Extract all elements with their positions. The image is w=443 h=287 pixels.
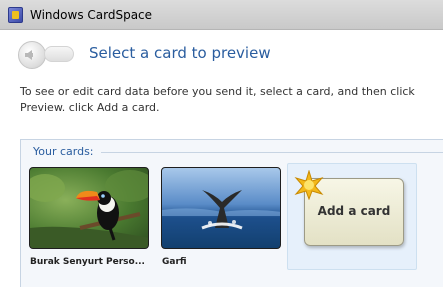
card-label-whale: Garfi xyxy=(162,257,187,267)
cardspace-icon xyxy=(8,7,23,23)
page-heading: Select a card to preview xyxy=(89,44,271,62)
back-arrow-icon xyxy=(25,50,33,60)
back-button[interactable] xyxy=(18,41,46,69)
cards-panel: Your cards: Burak Senyurt Perso... Garfi xyxy=(20,139,443,287)
panel-divider xyxy=(101,152,443,153)
title-bar: Windows CardSpace xyxy=(0,0,443,30)
toucan-image xyxy=(30,170,148,248)
header: Select a card to preview xyxy=(0,30,443,78)
card-toucan[interactable] xyxy=(29,167,149,249)
card-label-toucan: Burak Senyurt Perso... xyxy=(30,257,145,267)
instructions-text: To see or edit card data before you send… xyxy=(20,85,415,114)
add-card-tile[interactable]: Add a card xyxy=(287,163,417,270)
star-icon xyxy=(294,170,324,200)
card-whale[interactable] xyxy=(161,167,281,249)
add-card-label: Add a card xyxy=(317,204,391,218)
window-title: Windows CardSpace xyxy=(30,8,153,22)
cards-panel-heading: Your cards: xyxy=(33,145,98,158)
forward-button[interactable] xyxy=(44,46,74,62)
whale-tail-image xyxy=(162,190,280,230)
